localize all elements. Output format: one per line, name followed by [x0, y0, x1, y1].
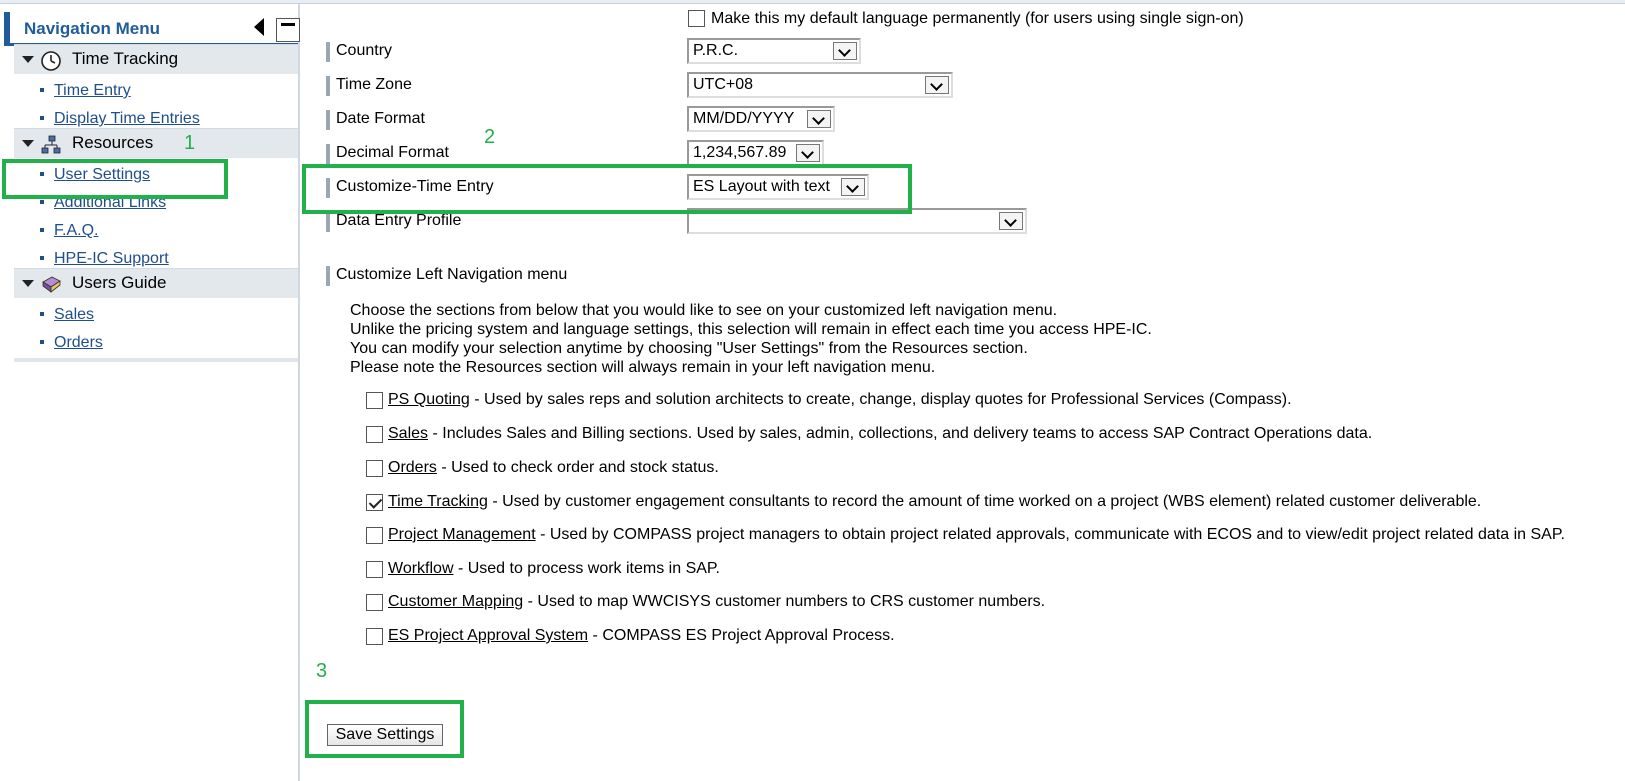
field-label-date-format: Date Format [326, 110, 425, 130]
callout-number-2: 2 [484, 126, 496, 148]
chevron-down-icon [22, 280, 34, 287]
field-label-decimal-format: Decimal Format [326, 144, 449, 164]
decimal-format-select[interactable]: 1,234,567.89 [687, 140, 824, 166]
orders-link[interactable]: Orders [388, 459, 437, 476]
project-management-link[interactable]: Project Management [388, 526, 536, 543]
section-label: Time Tracking [72, 49, 179, 68]
default-language-checkbox[interactable] [688, 10, 705, 27]
project-management-checkbox[interactable] [366, 527, 383, 544]
ps-quoting-checkbox[interactable] [366, 392, 383, 409]
section-time-tracking[interactable]: Time Tracking [14, 44, 298, 74]
minimize-icon[interactable] [276, 18, 300, 42]
time-tracking-link[interactable]: Time Tracking [388, 493, 488, 510]
nav-bottom-bar [14, 358, 298, 362]
save-settings-button[interactable]: Save Settings [327, 724, 443, 746]
workflow-link[interactable]: Workflow [388, 560, 454, 577]
time-tracking-checkbox[interactable] [366, 494, 383, 511]
es-project-approval-checkbox[interactable] [366, 628, 383, 645]
field-label-time-zone: Time Zone [326, 76, 412, 96]
left-nav-paragraph: Unlike the pricing system and language s… [350, 321, 1152, 338]
section-label: Resources [72, 133, 154, 152]
section-users-guide[interactable]: Users Guide [14, 268, 298, 298]
section-label: Users Guide [72, 273, 167, 292]
ps-quoting-link[interactable]: PS Quoting [388, 391, 470, 408]
chevron-down-icon [999, 212, 1023, 230]
field-label-data-entry-profile: Data Entry Profile [326, 212, 461, 232]
nav-header: Navigation Menu [4, 12, 300, 46]
orders-checkbox[interactable] [366, 460, 383, 477]
book-icon [42, 276, 61, 293]
section-resources[interactable]: Resources [14, 128, 298, 158]
callout-number-3: 3 [316, 660, 328, 682]
collapse-left-icon[interactable] [254, 18, 264, 36]
left-nav-paragraph: Choose the sections from below that you … [350, 302, 1058, 319]
default-language-label: Make this my default language permanentl… [711, 10, 1244, 27]
nav-title: Navigation Menu [24, 19, 161, 38]
country-select[interactable]: P.R.C. [687, 38, 861, 64]
left-nav-paragraph: Please note the Resources section will a… [350, 359, 936, 376]
chevron-down-icon [807, 110, 831, 128]
customer-mapping-link[interactable]: Customer Mapping [388, 593, 523, 610]
chevron-down-icon [833, 42, 857, 60]
callout-number-1: 1 [184, 132, 196, 154]
user-settings-panel: Make this my default language permanentl… [302, 4, 1625, 781]
callout-box-2 [302, 164, 912, 214]
callout-box-1 [2, 159, 228, 199]
time-zone-select[interactable]: UTC+08 [687, 72, 953, 98]
chevron-down-icon [925, 76, 949, 94]
es-project-approval-link[interactable]: ES Project Approval System [388, 627, 588, 644]
left-nav-paragraph: You can modify your selection anytime by… [350, 340, 1028, 357]
left-nav-heading: Customize Left Navigation menu [326, 266, 567, 286]
navigation-sidebar: Navigation Menu Time Tracking Time Entry… [0, 4, 300, 781]
sales-link[interactable]: Sales [388, 425, 428, 442]
network-icon [41, 135, 61, 154]
clock-icon [41, 51, 61, 71]
date-format-select[interactable]: MM/DD/YYYY [687, 106, 835, 132]
chevron-down-icon [22, 56, 34, 63]
customer-mapping-checkbox[interactable] [366, 594, 383, 611]
workflow-checkbox[interactable] [366, 561, 383, 578]
chevron-down-icon [796, 144, 820, 162]
sales-checkbox[interactable] [366, 426, 383, 443]
chevron-down-icon [22, 140, 34, 147]
field-label-country: Country [326, 42, 392, 62]
